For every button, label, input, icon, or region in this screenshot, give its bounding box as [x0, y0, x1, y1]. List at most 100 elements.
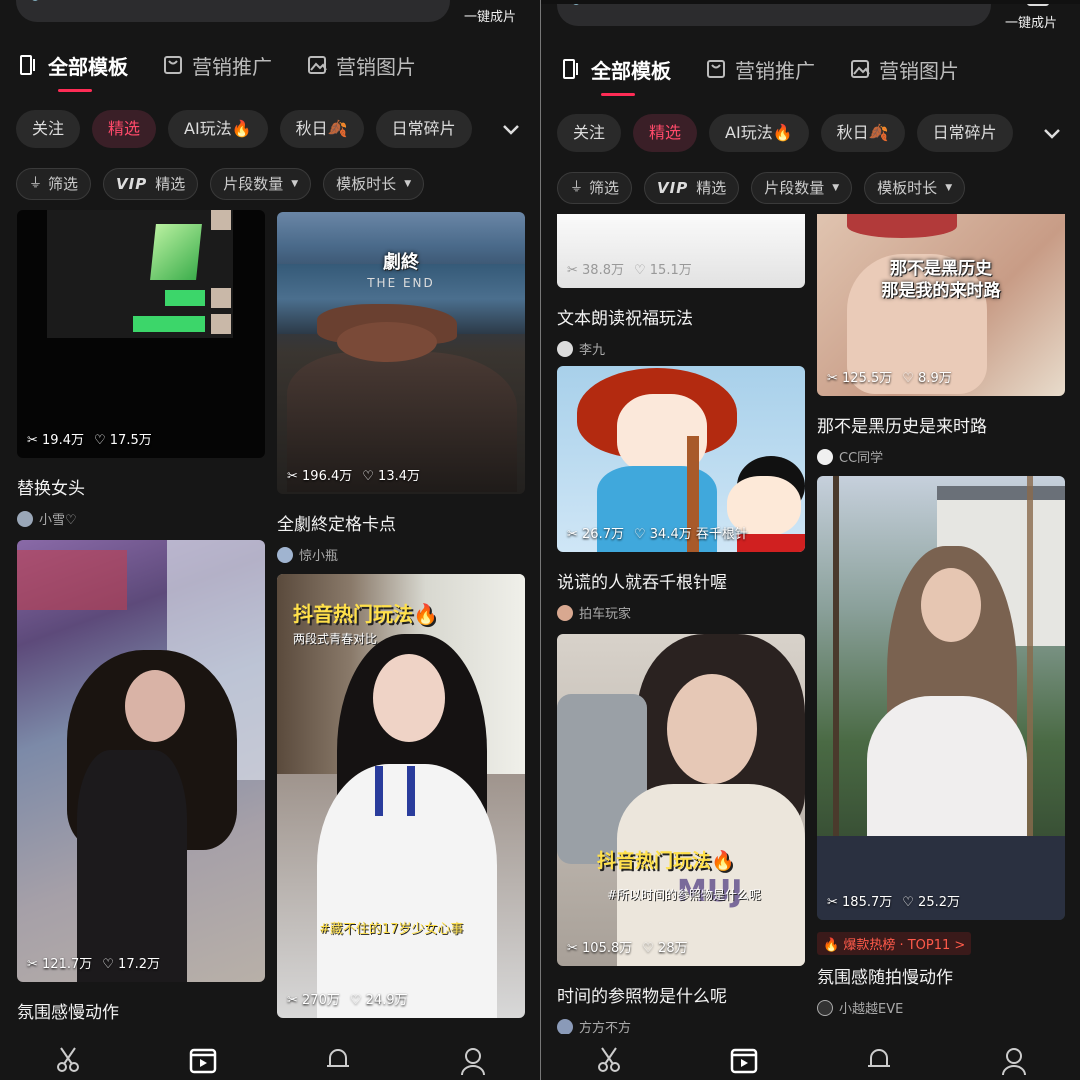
- vip-featured-filter[interactable]: VIP 精选: [644, 172, 740, 204]
- bag-icon: [164, 56, 182, 74]
- uses-count: ✂ 196.4万: [287, 469, 353, 484]
- likes-count: ♡ 24.9万: [349, 993, 408, 1008]
- chevron-down-icon[interactable]: [1041, 122, 1063, 144]
- card-author: 李九: [557, 339, 805, 358]
- chip-featured[interactable]: 精选: [92, 110, 157, 148]
- uses-count: ✂ 270万: [287, 993, 340, 1008]
- chip-follow[interactable]: 关注: [16, 110, 81, 148]
- card-stats: ✂ 26.7万 ♡ 34.4万 吞千根针: [567, 523, 758, 542]
- card-stats: ✂ 185.7万 ♡ 25.2万: [827, 891, 970, 910]
- scissors-icon[interactable]: [53, 1045, 83, 1075]
- likes-count: ♡ 34.4万 吞千根针: [633, 527, 748, 542]
- clip-count-filter[interactable]: 片段数量 ▼: [210, 168, 312, 200]
- avatar: [557, 340, 573, 357]
- author-name: 拍车玩家: [579, 607, 632, 622]
- tab-marketing-images[interactable]: 营销图片: [849, 55, 959, 84]
- chip-ai[interactable]: AI玩法🔥: [168, 110, 268, 148]
- vip-icon: VIP: [116, 175, 148, 193]
- template-card[interactable]: ✂ 26.7万 ♡ 34.4万 吞千根针 说谎的人就吞千根针喔 拍车玩家: [557, 366, 805, 622]
- uses-count: ✂ 185.7万: [827, 895, 893, 910]
- card-thumbnail: ✂ 38.8万 ♡ 15.1万: [557, 214, 805, 288]
- template-nav-icon[interactable]: [729, 1045, 759, 1075]
- card-thumbnail: ✂ 19.4万 ♡ 17.5万: [17, 210, 265, 458]
- chip-autumn[interactable]: 秋日🍂: [820, 114, 905, 152]
- duration-label: 模板时长: [877, 179, 938, 197]
- template-card[interactable]: ✂ 19.4万 ♡ 17.5万 替换女头 小雪♡: [17, 210, 265, 528]
- filter-row: ⏚ 筛选 VIP 精选 片段数量 ▼ 模板时长 ▼: [557, 172, 977, 204]
- filter-button[interactable]: ⏚ 筛选: [16, 168, 92, 200]
- chip-daily[interactable]: 日常碎片: [375, 110, 472, 148]
- card-title: 全劇終定格卡点: [277, 515, 396, 535]
- duration-filter[interactable]: 模板时长 ▼: [323, 168, 425, 200]
- card-author: CC同学: [817, 447, 1065, 466]
- caret-down-icon: ▼: [832, 183, 840, 193]
- vip-featured-filter[interactable]: VIP 精选: [103, 168, 199, 200]
- right-screen: 🔗 一键成片 全部模板 营销推广 营销图片 关注 精选 AI玩法🔥 秋日🍂 日常…: [541, 4, 1080, 1080]
- card-thumbnail: ✂ 26.7万 ♡ 34.4万 吞千根针: [557, 366, 805, 552]
- template-nav-icon[interactable]: [188, 1045, 218, 1075]
- tab-label: 营销推广: [735, 58, 815, 83]
- trending-badge[interactable]: 🔥 爆款热榜 · TOP11 >: [817, 932, 972, 955]
- template-feed: ✂ 38.8万 ♡ 15.1万 文本朗读祝福玩法 李九 那不是黑历史 那是我的来时…: [541, 214, 1080, 1034]
- scissors-icon[interactable]: [594, 1045, 624, 1075]
- chevron-down-icon[interactable]: [500, 118, 522, 140]
- duration-label: 模板时长: [336, 175, 397, 193]
- template-icon: [20, 55, 35, 75]
- template-card[interactable]: 劇終 THE END ✂ 196.4万 ♡ 13.4万 全劇終定格卡点 惊小瓶: [277, 212, 525, 564]
- template-card[interactable]: 抖音热门玩法🔥 两段式青春对比 #藏不住的17岁少女心事 ✂ 270万 ♡ 24.…: [277, 574, 525, 1018]
- template-icon: [563, 59, 578, 79]
- likes-count: ♡ 8.9万: [902, 371, 952, 386]
- one-click-button[interactable]: 一键成片: [464, 6, 516, 25]
- hot-play-subtitle: #所以时间的参照物是什么呢: [607, 888, 762, 902]
- likes-count: ♡ 25.2万: [902, 895, 960, 910]
- tab-label: 全部模板: [591, 58, 671, 83]
- tab-marketing[interactable]: 营销推广: [162, 51, 272, 80]
- hashtag-caption: #藏不住的17岁少女心事: [319, 922, 464, 937]
- card-title: 那不是黑历史是来时路: [817, 417, 987, 437]
- one-click-icon: [1027, 4, 1049, 6]
- avatar: [557, 1018, 573, 1034]
- filter-button[interactable]: ⏚ 筛选: [557, 172, 633, 204]
- profile-icon[interactable]: [999, 1045, 1029, 1075]
- tab-marketing[interactable]: 营销推广: [705, 55, 815, 84]
- avatar: [17, 510, 33, 527]
- avatar: [817, 448, 833, 465]
- bell-icon[interactable]: [864, 1045, 894, 1075]
- search-bar[interactable]: 🔗: [16, 0, 450, 22]
- template-card[interactable]: MUJ 抖音热门玩法🔥 #所以时间的参照物是什么呢 ✂ 105.8万 ♡ 28万 …: [557, 634, 805, 1034]
- profile-icon[interactable]: [458, 1045, 488, 1075]
- tab-all-templates[interactable]: 全部模板: [18, 51, 128, 92]
- chip-autumn[interactable]: 秋日🍂: [279, 110, 364, 148]
- card-thumbnail: ✂ 121.7万 ♡ 17.2万: [17, 540, 265, 982]
- tab-label: 营销推广: [192, 54, 272, 79]
- card-thumbnail: MUJ 抖音热门玩法🔥 #所以时间的参照物是什么呢 ✂ 105.8万 ♡ 28万: [557, 634, 805, 966]
- vip-label: 精选: [696, 179, 727, 197]
- chip-daily[interactable]: 日常碎片: [916, 114, 1013, 152]
- author-name: 小越越EVE: [839, 1002, 904, 1017]
- bell-icon[interactable]: [323, 1045, 353, 1075]
- overlay-subtitle: THE END: [367, 276, 435, 290]
- chip-follow[interactable]: 关注: [557, 114, 622, 152]
- uses-count: ✂ 26.7万: [567, 527, 624, 542]
- search-bar[interactable]: 🔗: [557, 4, 991, 26]
- topic-chips: 关注 精选 AI玩法🔥 秋日🍂 日常碎片: [557, 114, 1025, 152]
- overlay-title-line2: 那是我的来时路: [881, 281, 1001, 301]
- chip-ai[interactable]: AI玩法🔥: [709, 114, 809, 152]
- template-card[interactable]: ✂ 121.7万 ♡ 17.2万 氛围感慢动作: [17, 540, 265, 1023]
- chip-featured[interactable]: 精选: [633, 114, 698, 152]
- active-underline: [601, 92, 635, 96]
- tab-all-templates[interactable]: 全部模板: [561, 55, 671, 96]
- template-card[interactable]: ✂ 185.7万 ♡ 25.2万 🔥 爆款热榜 · TOP11 > 氛围感随拍慢动…: [817, 476, 1065, 1017]
- duration-filter[interactable]: 模板时长 ▼: [864, 172, 966, 204]
- one-click-button[interactable]: 一键成片: [1005, 12, 1057, 31]
- card-thumbnail: ✂ 185.7万 ♡ 25.2万: [817, 476, 1065, 920]
- card-stats: ✂ 196.4万 ♡ 13.4万: [287, 465, 430, 484]
- avatar: [817, 999, 833, 1016]
- clip-count-filter[interactable]: 片段数量 ▼: [751, 172, 853, 204]
- card-title: 时间的参照物是什么呢: [557, 987, 727, 1007]
- tab-marketing-images[interactable]: 营销图片: [306, 51, 416, 80]
- left-screen: 🔗 一键成片 全部模板 营销推广 营销图片 关注 精选 AI玩法🔥 秋日🍂 日常…: [0, 0, 540, 1080]
- template-card[interactable]: 那不是黑历史 那是我的来时路 ✂ 125.5万 ♡ 8.9万 那不是黑历史是来时路…: [817, 214, 1065, 466]
- template-card[interactable]: ✂ 38.8万 ♡ 15.1万 文本朗读祝福玩法 李九: [557, 214, 805, 358]
- likes-count: ♡ 17.5万: [93, 433, 152, 448]
